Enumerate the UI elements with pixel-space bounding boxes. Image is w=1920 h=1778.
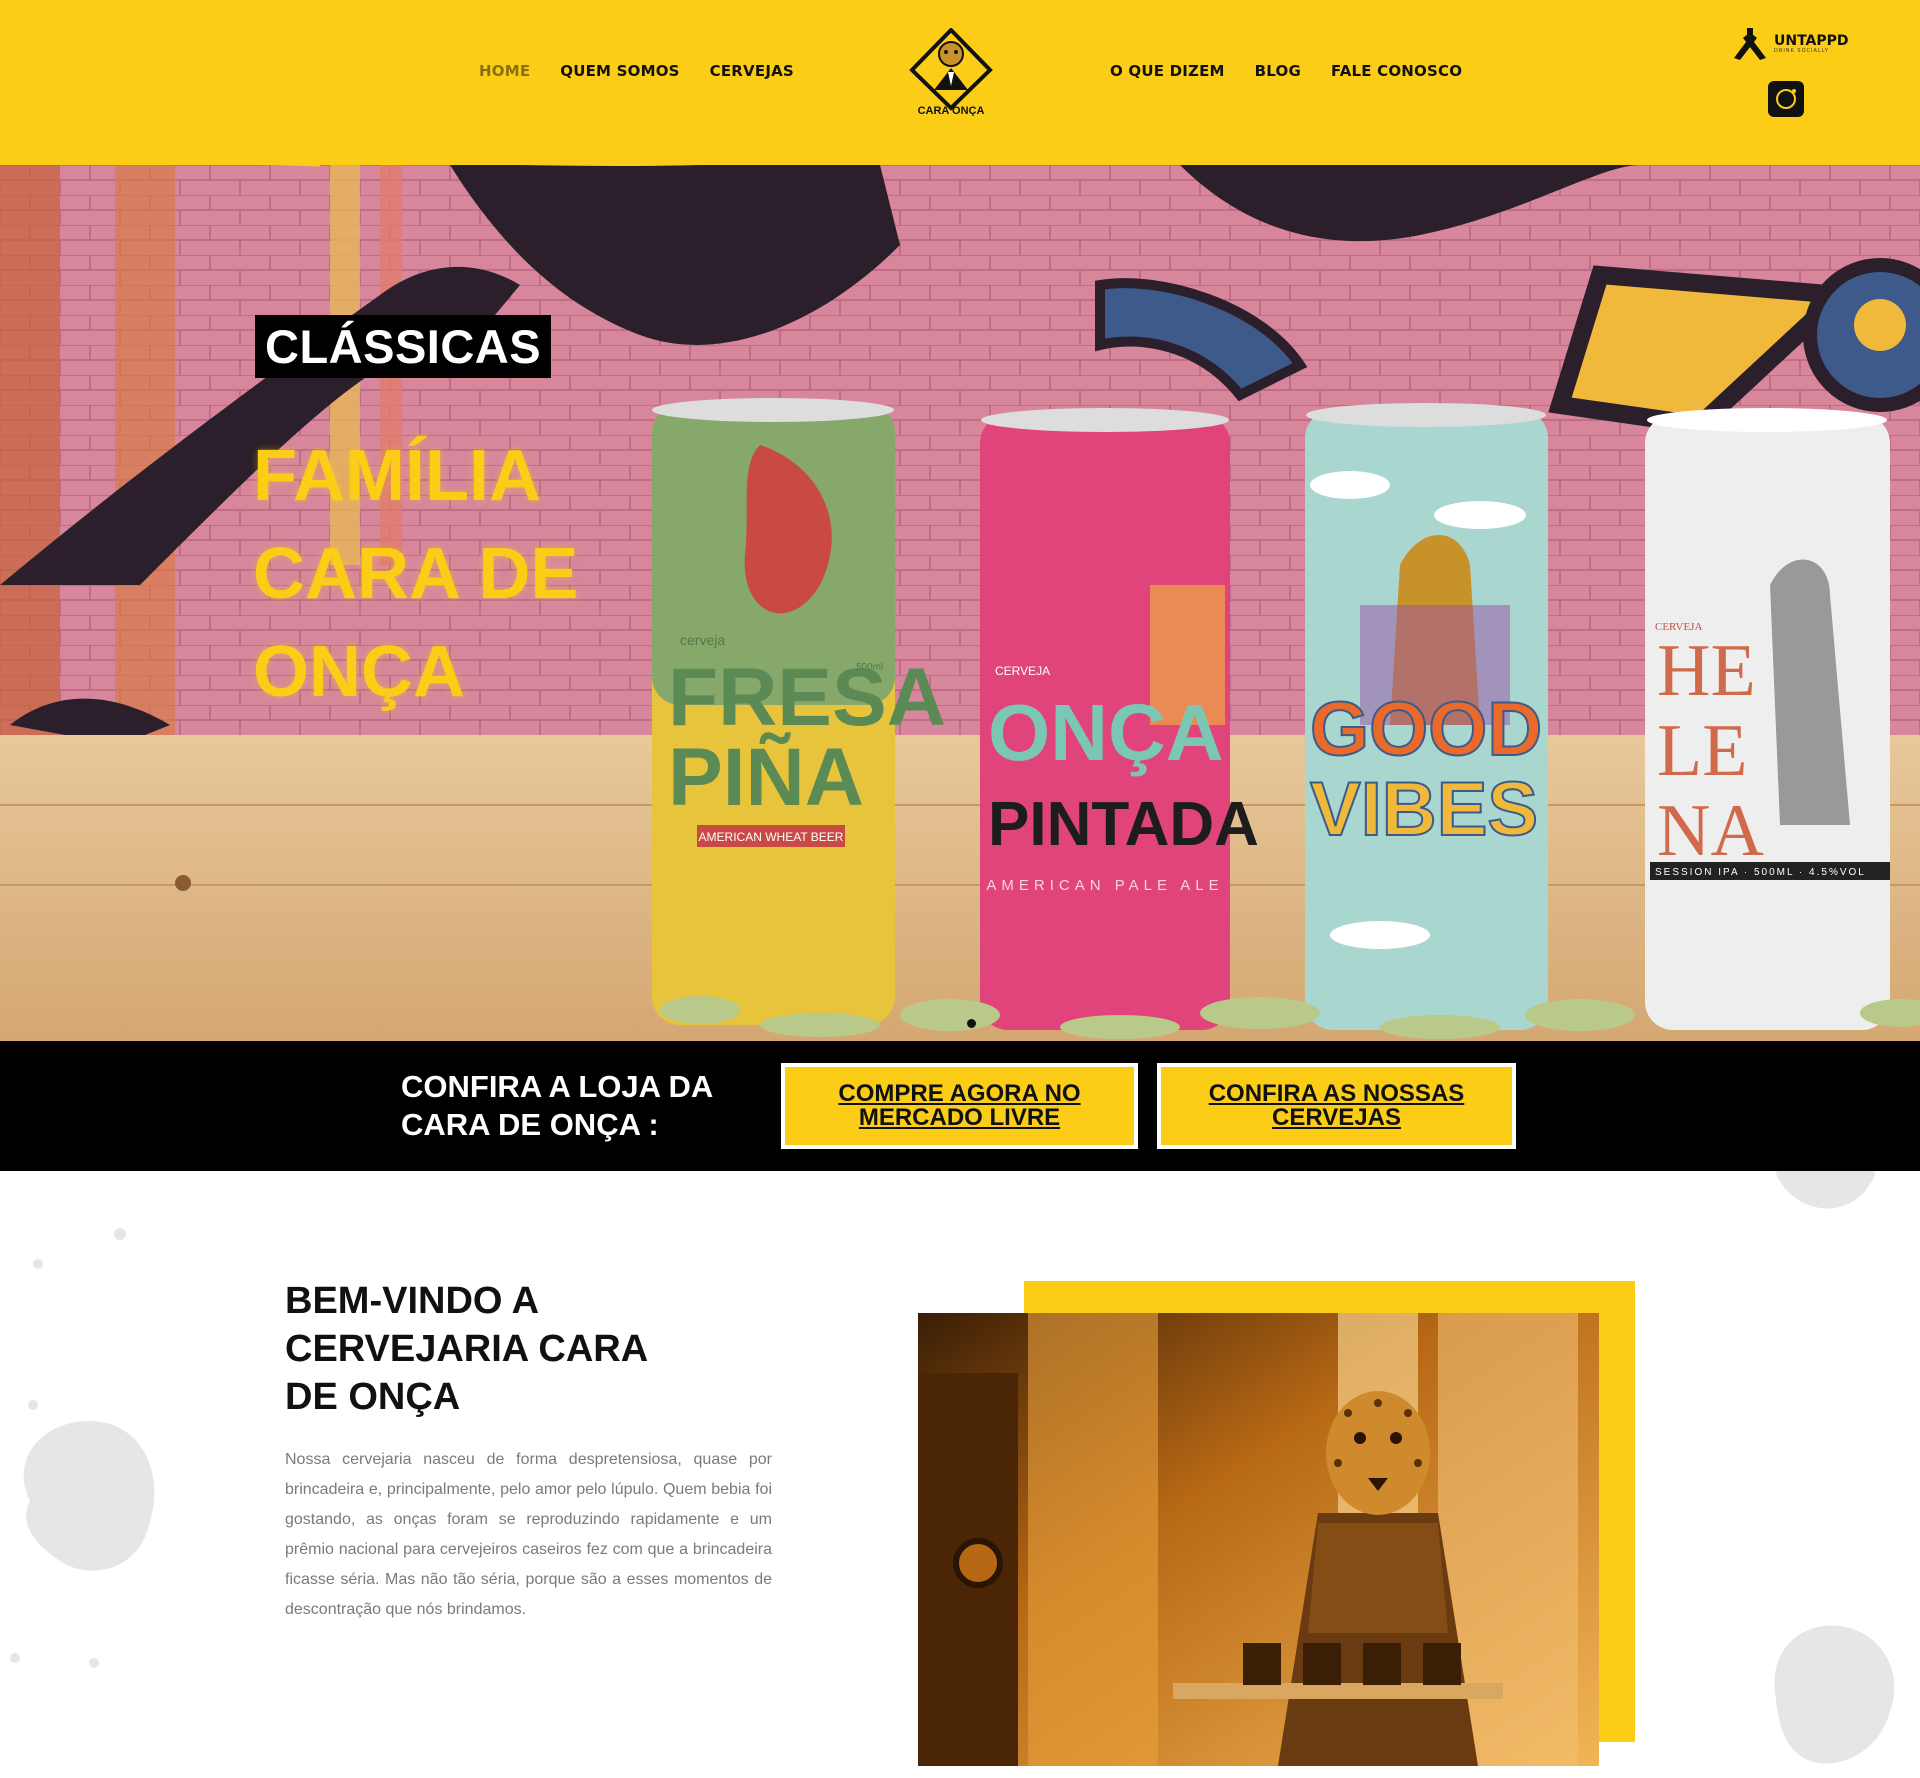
- can3-line0: GOOD: [1310, 687, 1542, 772]
- can-good-vibes: GOOD VIBES: [1305, 403, 1548, 1030]
- nav-right: O QUE DIZEM BLOG FALE CONOSCO: [1110, 62, 1462, 80]
- logo-text: CARA ONÇA: [918, 105, 985, 116]
- untappd-icon: [1734, 28, 1766, 60]
- hero-tag: CLÁSSICAS: [255, 315, 552, 378]
- about-text: Nossa cervejaria nasceu de forma despret…: [285, 1451, 772, 1618]
- site-header: HOME QUEM SOMOS CERVEJAS CARA ONÇA O QUE…: [0, 0, 1920, 165]
- header-brush-edge: [0, 145, 1920, 167]
- brand-logo[interactable]: CARA ONÇA: [904, 27, 998, 117]
- store-cta-bar: CONFIRA A LOJA DA CARA DE ONÇA : COMPRE …: [0, 1041, 1920, 1171]
- can1-line1: FRESA: [668, 652, 946, 743]
- nav-home[interactable]: HOME: [479, 62, 530, 80]
- about-title: BEM-VINDO A CERVEJARIA CARA DE ONÇA: [285, 1280, 647, 1418]
- hero-tag-label: CLÁSSICAS: [265, 320, 542, 373]
- nav-o-que-dizem[interactable]: O QUE DIZEM: [1110, 62, 1225, 80]
- can4-line1: HE: [1657, 630, 1756, 712]
- can2-line1: ONÇA: [988, 688, 1224, 777]
- can1-sub: AMERICAN WHEAT BEER: [699, 830, 844, 844]
- our-beers-button[interactable]: CONFIRA AS NOSSAS CERVEJAS: [1157, 1063, 1516, 1149]
- cta-title: CONFIRA A LOJA DA CARA DE ONÇA :: [401, 1069, 713, 1142]
- untappd-link[interactable]: UNTAPPD DRINK SOCIALLY: [1730, 28, 1849, 60]
- can1-line2: PIÑA: [668, 732, 864, 823]
- about-photo: [918, 1313, 1599, 1766]
- untappd-label: UNTAPPD: [1774, 33, 1849, 49]
- can4-sub: SESSION IPA · 500ML · 4.5%VOL: [1655, 867, 1866, 878]
- can1-line0: cerveja: [680, 632, 725, 648]
- can2-line2: PINTADA: [988, 790, 1259, 859]
- nav-cervejas[interactable]: CERVEJAS: [710, 62, 794, 80]
- nav-left: HOME QUEM SOMOS CERVEJAS: [479, 62, 794, 80]
- slider-dot[interactable]: [967, 1019, 976, 1028]
- nav-blog[interactable]: BLOG: [1255, 62, 1301, 80]
- mercado-livre-button[interactable]: COMPRE AGORA NO MERCADO LIVRE: [781, 1063, 1138, 1149]
- nav-fale-conosco[interactable]: FALE CONOSCO: [1331, 62, 1462, 80]
- can1-size: 500ml: [856, 662, 883, 673]
- can-onca-pintada: CERVEJA ONÇA PINTADA AMERICAN PALE ALE: [980, 408, 1259, 1030]
- can3-line1: VIBES: [1310, 767, 1538, 852]
- instagram-icon[interactable]: [1768, 81, 1804, 117]
- can2-line0: CERVEJA: [995, 664, 1050, 678]
- can2-sub: AMERICAN PALE ALE: [986, 877, 1223, 894]
- can4-line2: LE: [1657, 710, 1747, 792]
- can-helena: CERVEJA HE LE NA SESSION IPA · 500ML · 4…: [1645, 408, 1890, 1030]
- nav-quem-somos[interactable]: QUEM SOMOS: [560, 62, 679, 80]
- hero-headline: FAMÍLIA CARA DE ONÇA: [253, 436, 579, 712]
- can4-line3: NA: [1657, 790, 1764, 872]
- hero-slider: cerveja FRESA PIÑA AMERICAN WHEAT BEER 5…: [0, 165, 1920, 1041]
